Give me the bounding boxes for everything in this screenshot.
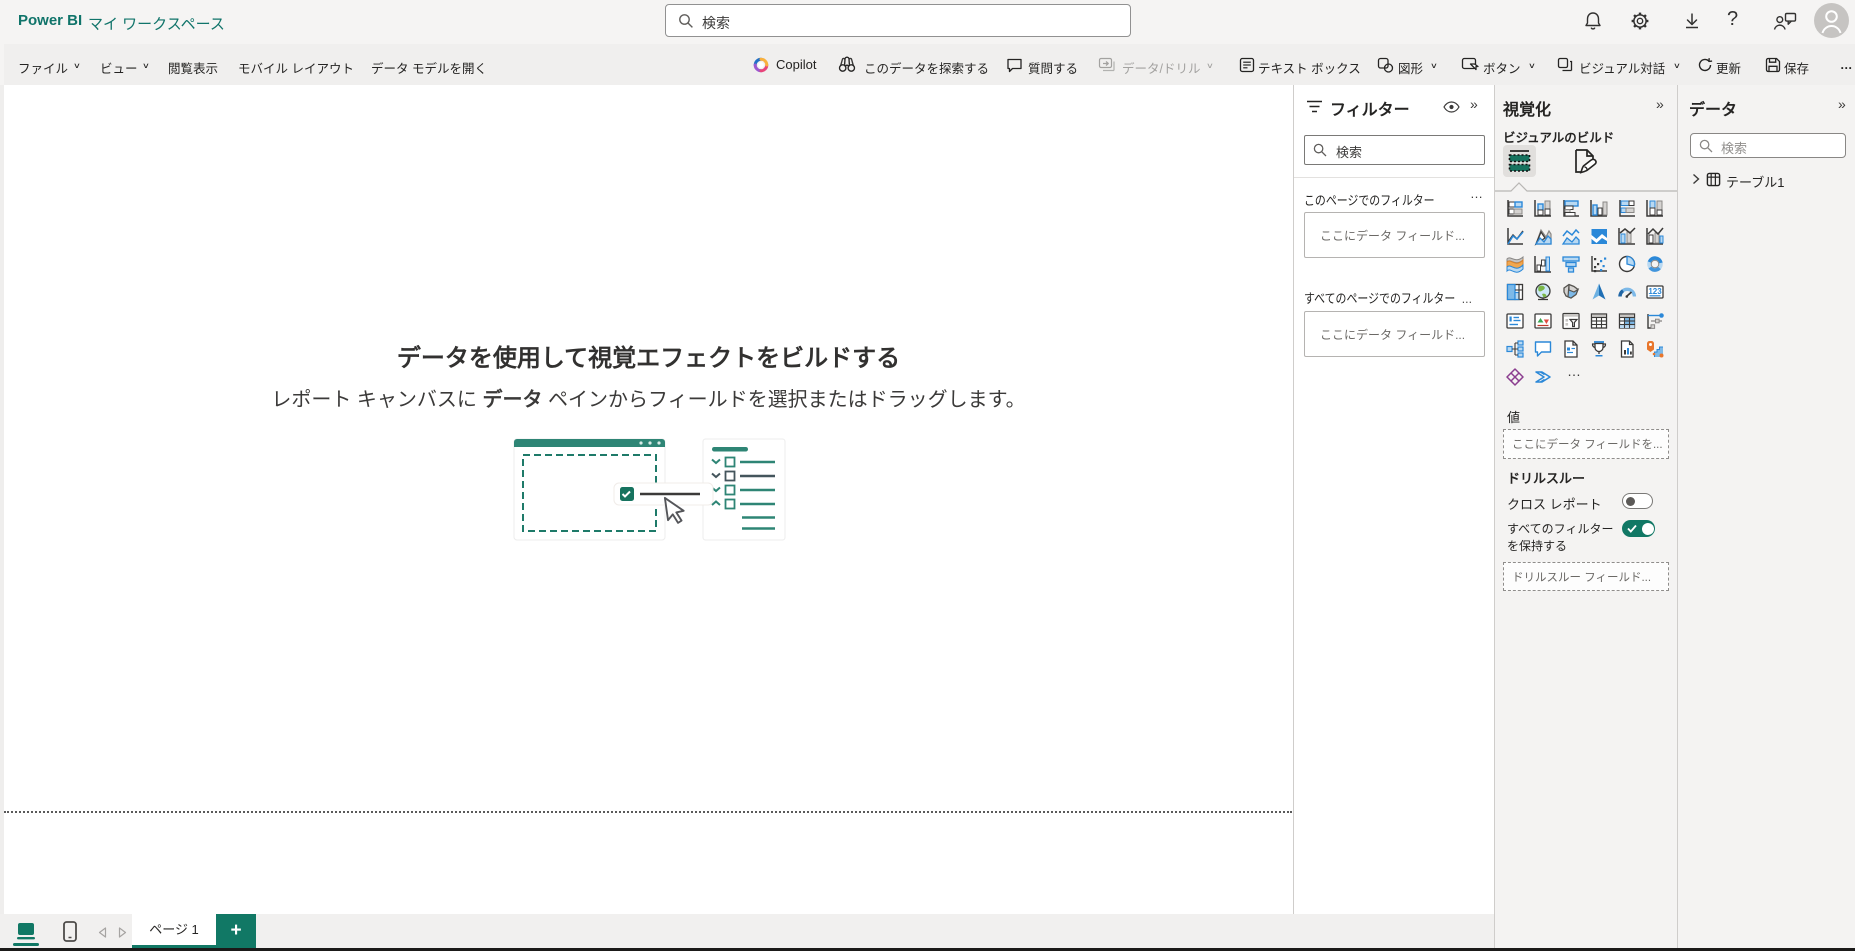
svg-text:123: 123 <box>1648 287 1662 296</box>
